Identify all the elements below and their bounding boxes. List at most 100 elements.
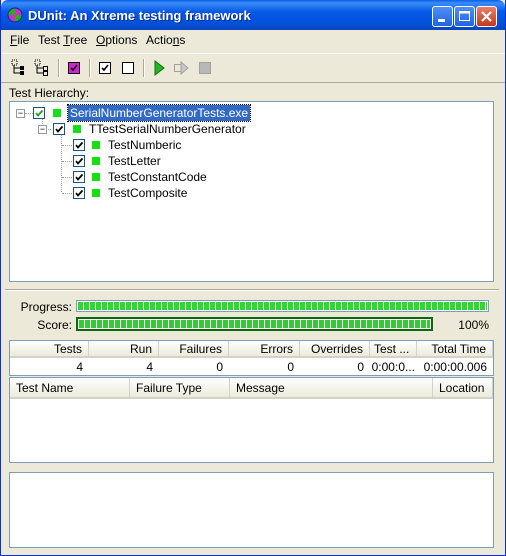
title-bar[interactable]: DUnit: An Xtreme testing framework — [1, 0, 505, 30]
pass-status-icon — [53, 109, 61, 117]
column-header-test-name[interactable]: Test Name — [10, 378, 130, 399]
pass-status-icon — [73, 125, 81, 133]
pass-status-icon — [92, 189, 100, 197]
column-header-location[interactable]: Location — [433, 378, 493, 399]
stop-icon[interactable] — [196, 59, 214, 77]
stat-value: 0 — [357, 360, 364, 374]
menu-actions-label-start: Actio — [146, 33, 173, 47]
deselect-all-icon[interactable] — [34, 59, 52, 77]
close-button[interactable] — [476, 6, 497, 27]
menu-actions-label-end: s — [179, 33, 186, 47]
tree-node-test[interactable]: TestComposite — [10, 185, 490, 201]
menu-options-label: ptions — [105, 33, 138, 47]
score-bar-fill — [79, 320, 430, 328]
stat-header[interactable]: Errors — [229, 341, 300, 358]
tree-node-suite[interactable]: − TTestSerialNumberGenerator — [10, 121, 490, 137]
score-percent: 100% — [458, 318, 489, 332]
toolbar — [1, 53, 505, 83]
test-hierarchy-tree[interactable]: − SerialNumberGeneratorTests.exe − TTest… — [9, 101, 494, 282]
error-details-panel[interactable] — [9, 472, 494, 548]
checkmark-icon — [75, 173, 84, 181]
stat-errors: Errors 0 — [229, 341, 300, 377]
window-title: DUnit: An Xtreme testing framework — [28, 8, 251, 23]
column-header-message[interactable]: Message — [230, 378, 433, 399]
test-hierarchy-label: Test Hierarchy: — [9, 86, 90, 100]
checkmark-icon — [75, 141, 84, 149]
test-checkbox[interactable] — [73, 187, 85, 199]
uncheck-all-icon[interactable] — [119, 59, 137, 77]
test-checkbox[interactable] — [73, 171, 85, 183]
menu-test-tree-mnemonic: T — [63, 33, 71, 47]
test-checkbox[interactable] — [73, 139, 85, 151]
stat-header[interactable]: Run — [89, 341, 159, 358]
suite-checkbox[interactable] — [53, 123, 65, 135]
checkmark-icon — [55, 125, 64, 133]
stat-tests: Tests 4 — [10, 341, 89, 377]
score-bar — [76, 317, 433, 331]
stat-total-time: Total Time 0:00:00.006 — [417, 341, 493, 377]
progress-bar-fill — [78, 302, 487, 310]
stat-header[interactable]: Total Time — [417, 341, 493, 358]
tree-node-label[interactable]: TestNumberic — [108, 137, 181, 153]
select-all-icon[interactable] — [11, 59, 29, 77]
menu-test-tree-label-end: ree — [70, 33, 88, 47]
tree-node-label[interactable]: TTestSerialNumberGenerator — [89, 121, 246, 137]
test-checkbox[interactable] — [73, 155, 85, 167]
root-checkbox[interactable] — [33, 107, 45, 119]
run-icon[interactable] — [150, 59, 168, 77]
stat-value: 0:00:0... — [371, 360, 415, 374]
checkmark-icon — [75, 189, 84, 197]
checkmark-icon — [35, 109, 44, 117]
tree-node-label[interactable]: SerialNumberGeneratorTests.exe — [66, 104, 252, 122]
menu-file-label: ile — [17, 33, 30, 47]
collapse-icon[interactable]: − — [16, 109, 25, 118]
menu-actions[interactable]: Actions — [146, 33, 185, 47]
maximize-button[interactable] — [454, 6, 475, 27]
pass-status-icon — [92, 141, 100, 149]
pass-status-icon — [92, 157, 100, 165]
menu-test-tree[interactable]: Test Tree — [38, 33, 87, 47]
tree-node-root[interactable]: − SerialNumberGeneratorTests.exe — [10, 104, 490, 122]
failure-list[interactable]: Test Name Failure Type Message Location — [9, 377, 494, 463]
stat-value: 0:00:00.006 — [423, 360, 487, 374]
tree-node-test[interactable]: TestNumberic — [10, 137, 490, 153]
checkmark-icon — [75, 157, 84, 165]
tree-node-label[interactable]: TestLetter — [108, 153, 161, 169]
stat-value: 4 — [146, 360, 153, 374]
stat-overrides: Overrides 0 — [300, 341, 370, 377]
tree-node-label[interactable]: TestConstantCode — [108, 169, 207, 185]
toolbar-separator — [89, 59, 91, 77]
dunit-window: DUnit: An Xtreme testing framework File … — [0, 0, 506, 556]
stat-header[interactable]: Test ... — [370, 341, 417, 358]
check-all-icon[interactable] — [96, 59, 114, 77]
splitter[interactable] — [5, 289, 499, 291]
stat-test-time: Test ... 0:00:0... — [370, 341, 417, 377]
tree-node-label[interactable]: TestComposite — [108, 185, 187, 201]
menu-options[interactable]: Options — [96, 33, 137, 47]
dunit-app-icon — [7, 7, 23, 23]
menu-options-mnemonic: O — [96, 33, 106, 47]
stat-run: Run 4 — [89, 341, 159, 377]
close-icon — [481, 11, 492, 22]
stat-header[interactable]: Overrides — [300, 341, 370, 358]
stat-header[interactable]: Failures — [159, 341, 229, 358]
tree-node-test[interactable]: TestLetter — [10, 153, 490, 169]
minimize-icon — [438, 19, 445, 22]
column-header-failure-type[interactable]: Failure Type — [130, 378, 230, 399]
minimize-button[interactable] — [432, 6, 453, 27]
menu-test-tree-label-start: Test — [38, 33, 64, 47]
maximize-icon — [459, 11, 470, 21]
score-label: Score: — [37, 318, 72, 332]
tree-node-test[interactable]: TestConstantCode — [10, 169, 490, 185]
stat-value: 0 — [216, 360, 223, 374]
toolbar-separator — [143, 59, 145, 77]
toolbar-separator — [58, 59, 60, 77]
stat-value: 4 — [76, 360, 83, 374]
menu-file[interactable]: File — [10, 33, 29, 47]
collapse-icon[interactable]: − — [38, 125, 47, 134]
stat-header[interactable]: Tests — [10, 341, 89, 358]
select-failed-icon[interactable] — [65, 59, 83, 77]
stat-failures: Failures 0 — [159, 341, 229, 377]
run-selected-icon[interactable] — [173, 59, 191, 77]
stat-value: 0 — [287, 360, 294, 374]
